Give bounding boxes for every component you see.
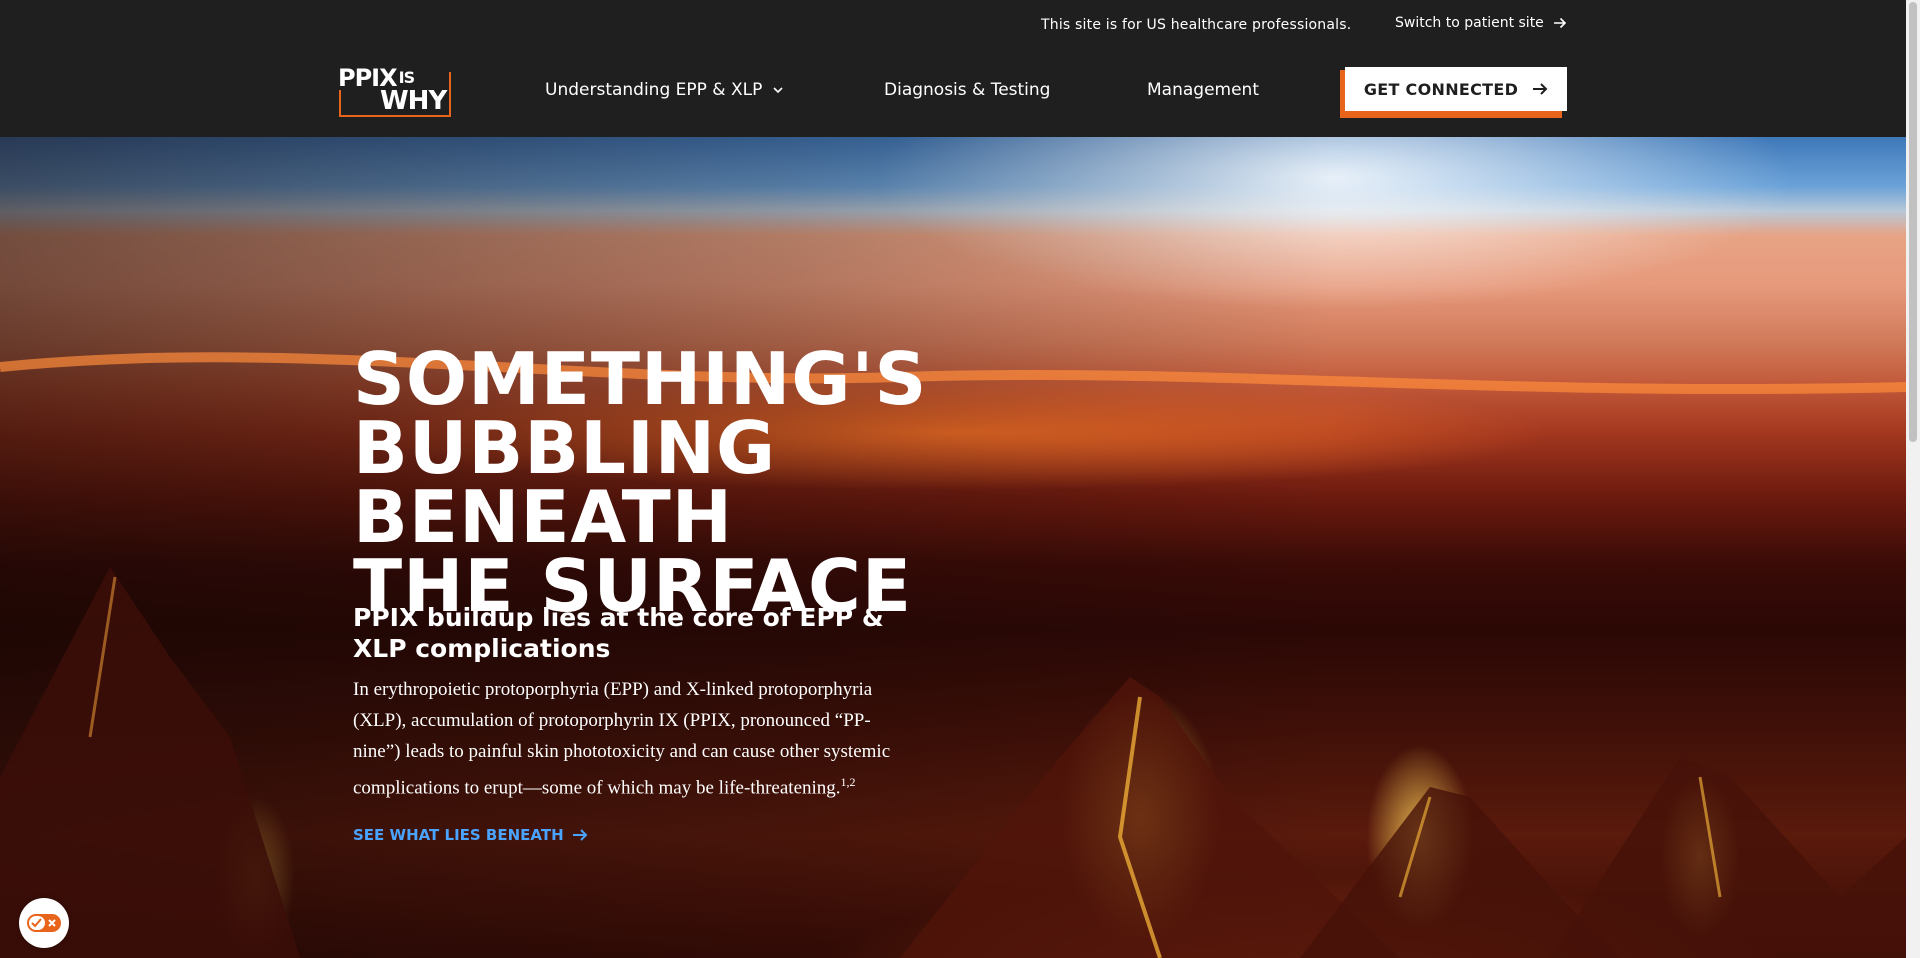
- references-superscript: 1,2: [840, 775, 856, 789]
- get-connected-button[interactable]: GET CONNECTED: [1345, 67, 1567, 111]
- hero-headline: SOMETHING'S BUBBLING BENEATH THE SURFACE: [353, 343, 1113, 622]
- arrow-right-icon: [1553, 17, 1566, 29]
- nav-item-label: Diagnosis & Testing: [884, 80, 1051, 100]
- site-header: This site is for US healthcare professio…: [0, 0, 1906, 137]
- nav-management[interactable]: Management: [1147, 80, 1259, 100]
- arrow-right-icon: [572, 829, 588, 841]
- chevron-down-icon: [773, 87, 783, 94]
- cta-label: GET CONNECTED: [1363, 79, 1519, 99]
- nav-diagnosis-testing[interactable]: Diagnosis & Testing: [884, 80, 1050, 100]
- headline-line: BUBBLING BENEATH: [353, 406, 777, 559]
- scrollbar-thumb[interactable]: [1909, 2, 1917, 442]
- see-link-label: SEE WHAT LIES BENEATH: [353, 826, 564, 844]
- see-what-lies-beneath-link[interactable]: SEE WHAT LIES BENEATH: [353, 826, 588, 844]
- cookie-preferences-button[interactable]: [19, 898, 69, 948]
- get-connected-wrapper: GET CONNECTED: [1340, 67, 1568, 118]
- nav-item-label: Management: [1147, 80, 1259, 100]
- switch-to-patient-site-link[interactable]: Switch to patient site: [1395, 15, 1567, 31]
- nav-item-label: Understanding EPP & XLP: [545, 80, 763, 100]
- switch-link-label: Switch to patient site: [1395, 15, 1544, 31]
- nav-understanding-epp-xlp[interactable]: Understanding EPP & XLP: [545, 80, 784, 100]
- hero-section: SOMETHING'S BUBBLING BENEATH THE SURFACE…: [0, 137, 1906, 958]
- hero-body-text: In erythropoietic protoporphyria (EPP) a…: [353, 679, 891, 799]
- logo-frame: [339, 72, 451, 117]
- hero-subhead: PPIX buildup lies at the core of EPP & X…: [353, 603, 884, 663]
- ppix-is-why-logo[interactable]: PPIX IS WHY: [338, 64, 452, 117]
- hero-body-copy: In erythropoietic protoporphyria (EPP) a…: [353, 674, 898, 803]
- page-scrollbar[interactable]: [1906, 0, 1920, 958]
- cookie-toggle-icon: [27, 914, 61, 932]
- arrow-right-icon: [1533, 83, 1548, 95]
- hcp-notice: This site is for US healthcare professio…: [1041, 17, 1352, 33]
